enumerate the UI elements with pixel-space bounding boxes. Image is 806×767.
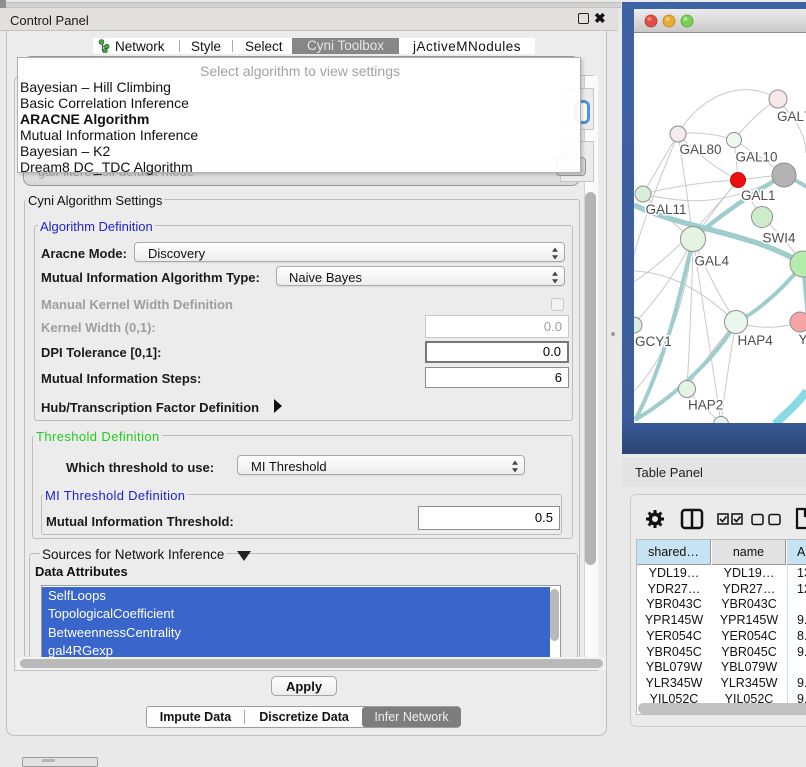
svg-text:GAL4: GAL4: [695, 254, 730, 269]
svg-text:YL: YL: [799, 332, 806, 347]
svg-text:HAP2: HAP2: [688, 398, 723, 413]
svg-text:SWI4: SWI4: [763, 231, 796, 246]
svg-text:GAL80: GAL80: [680, 142, 722, 157]
svg-text:GCY1: GCY1: [635, 334, 672, 349]
svg-text:GAL10: GAL10: [736, 150, 778, 165]
svg-text:GAL7: GAL7: [777, 109, 806, 124]
svg-text:HAP4: HAP4: [738, 333, 774, 348]
svg-text:GAL11: GAL11: [646, 202, 687, 217]
svg-text:GAL1: GAL1: [741, 188, 776, 203]
